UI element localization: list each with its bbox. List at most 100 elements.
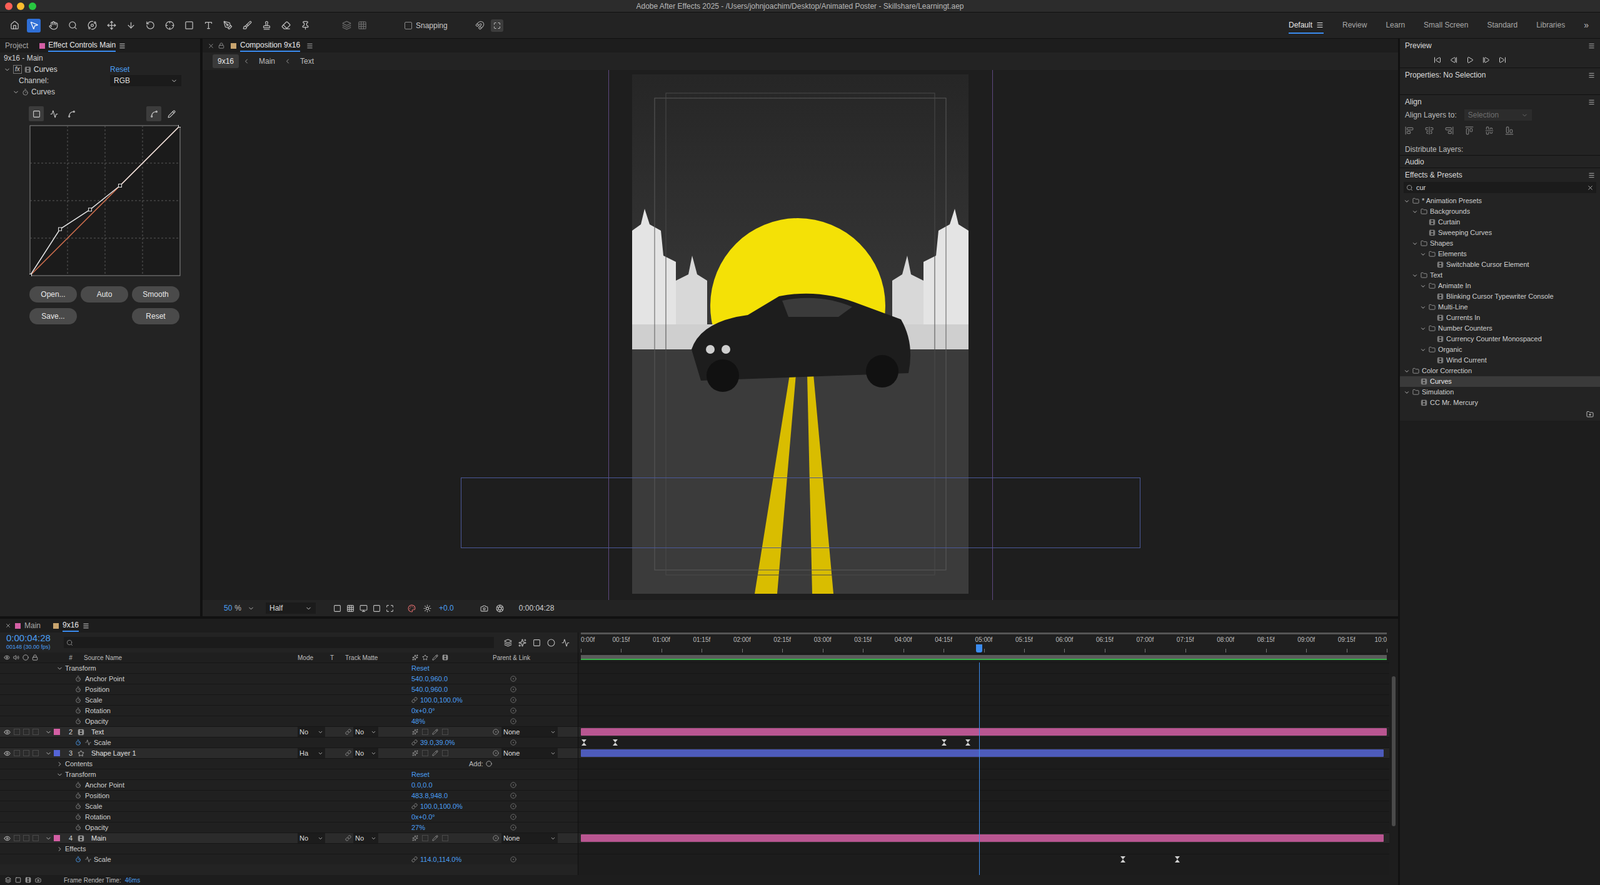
property-group-row[interactable]: TransformReset xyxy=(0,769,578,780)
dropdown[interactable]: Ha xyxy=(297,748,326,760)
effects-presets-header[interactable]: Effects & Presets xyxy=(1399,168,1600,182)
grid-icon[interactable] xyxy=(357,20,368,31)
curve-tool-button[interactable] xyxy=(146,106,162,122)
dropdown[interactable]: No xyxy=(353,727,379,738)
menu-icon[interactable] xyxy=(1588,71,1595,79)
expression-pick-whip-icon[interactable] xyxy=(510,718,517,725)
draft-3d-icon[interactable] xyxy=(518,638,527,648)
exposure-icon[interactable] xyxy=(423,604,432,613)
close-icon[interactable] xyxy=(5,622,12,629)
minimize-button[interactable] xyxy=(16,2,25,11)
property-value[interactable]: 483.8,948.0 xyxy=(411,790,448,802)
property-value[interactable]: 114.0,114.0% xyxy=(420,854,462,866)
layer-bar[interactable] xyxy=(580,834,1384,843)
graph-size-button[interactable] xyxy=(46,106,62,122)
transparency-grid-icon[interactable] xyxy=(346,604,355,613)
visibility-icon[interactable] xyxy=(3,835,11,843)
expand-icon[interactable] xyxy=(1403,389,1410,396)
expression-pick-whip-icon[interactable] xyxy=(510,782,517,789)
property-group-row[interactable]: TransformReset xyxy=(0,662,578,674)
tool-button[interactable] xyxy=(85,18,99,33)
toggle-modes-icon[interactable] xyxy=(15,877,22,884)
next-frame-icon[interactable] xyxy=(1482,56,1490,64)
quality-icon[interactable] xyxy=(432,729,439,736)
dropdown[interactable]: No xyxy=(297,727,326,738)
label-color[interactable] xyxy=(53,835,61,842)
snapping-checkbox[interactable]: Snapping xyxy=(404,20,448,32)
dropdown[interactable]: None xyxy=(501,727,558,738)
preset-folder[interactable]: Color Correction xyxy=(1399,365,1600,377)
layer-bar[interactable] xyxy=(580,749,1384,758)
effect-row[interactable]: fxCurvesReset xyxy=(0,63,201,76)
solo-switch[interactable] xyxy=(23,729,30,736)
preset-folder[interactable]: Elements xyxy=(1399,248,1600,260)
keyframe[interactable] xyxy=(1120,856,1126,863)
stopwatch-icon[interactable] xyxy=(75,686,82,693)
keyframe[interactable] xyxy=(941,739,947,746)
expand-icon[interactable] xyxy=(1411,272,1419,279)
solo-switch[interactable] xyxy=(23,835,30,842)
stopwatch-icon[interactable] xyxy=(75,814,82,821)
resolution-dropdown[interactable]: Half xyxy=(265,602,316,614)
property-value[interactable]: 100.0,100.0% xyxy=(420,801,463,813)
expand-icon[interactable] xyxy=(1419,325,1427,333)
tool-button[interactable] xyxy=(123,18,138,33)
tool-button[interactable] xyxy=(201,18,216,33)
solo-switch[interactable] xyxy=(23,750,30,757)
workspace-tab[interactable]: Review xyxy=(1342,17,1367,34)
zoom-dropdown[interactable]: 50% xyxy=(223,602,255,614)
collapse-icon[interactable] xyxy=(56,845,64,853)
expression-pick-whip-icon[interactable] xyxy=(510,792,517,800)
snapshot-icon[interactable] xyxy=(480,604,489,613)
composition-frame[interactable] xyxy=(632,74,969,594)
tool-button[interactable] xyxy=(26,18,41,33)
menu-icon[interactable] xyxy=(1588,171,1595,179)
parent-pick-whip-icon[interactable] xyxy=(492,835,499,842)
tool-button[interactable] xyxy=(220,18,235,33)
tool-button[interactable] xyxy=(7,18,22,33)
show-snapshot-icon[interactable] xyxy=(495,604,504,613)
pill-button[interactable]: Reset xyxy=(131,308,180,325)
time-ruler[interactable]: 0:00f00:15f01:00f01:15f02:00f02:15f03:00… xyxy=(578,632,1390,653)
play-icon[interactable] xyxy=(1466,56,1474,64)
switch-box[interactable] xyxy=(422,835,429,842)
menu-icon[interactable] xyxy=(1316,21,1324,29)
switch-box[interactable] xyxy=(442,750,449,757)
tool-button[interactable] xyxy=(46,18,61,33)
constrain-proportions-icon[interactable] xyxy=(411,697,418,704)
graph-size-button[interactable] xyxy=(28,106,44,122)
expression-pick-whip-icon[interactable] xyxy=(510,824,517,831)
pill-button[interactable]: Save... xyxy=(29,308,77,325)
toggle-icon[interactable] xyxy=(35,877,42,884)
property-row[interactable]: Opacity27% xyxy=(0,822,578,833)
expression-pick-whip-icon[interactable] xyxy=(510,814,517,821)
expression-pick-whip-icon[interactable] xyxy=(510,803,517,810)
switch-box[interactable] xyxy=(442,729,449,736)
expand-icon[interactable] xyxy=(1403,368,1410,375)
workspace-tab[interactable]: Libraries xyxy=(1536,17,1565,34)
first-frame-icon[interactable] xyxy=(1433,56,1442,64)
graph-editor-icon[interactable] xyxy=(561,638,570,648)
clear-icon[interactable] xyxy=(1586,184,1594,192)
expand-icon[interactable] xyxy=(1403,198,1410,205)
zoom-button[interactable] xyxy=(28,2,37,11)
expression-pick-whip-icon[interactable] xyxy=(510,856,517,863)
new-folder-icon[interactable] xyxy=(1586,410,1594,419)
comp-flowchart-icon[interactable] xyxy=(503,638,513,648)
expression-pick-whip-icon[interactable] xyxy=(510,697,517,704)
playhead-handle[interactable] xyxy=(976,644,983,653)
breadcrumb-item[interactable]: 9x16 xyxy=(212,54,239,69)
align-icon[interactable] xyxy=(1484,126,1494,136)
property-group-row[interactable]: ContentsAdd: xyxy=(0,758,578,770)
layer-search[interactable] xyxy=(63,637,494,649)
tool-button[interactable] xyxy=(298,18,312,33)
channel-dropdown[interactable]: RGB xyxy=(110,75,182,87)
property-value[interactable]: 27% xyxy=(411,822,426,834)
stopwatch-icon[interactable] xyxy=(75,792,82,800)
tool-button[interactable] xyxy=(259,18,274,33)
property-row[interactable]: Opacity48% xyxy=(0,715,578,727)
previous-frame-icon[interactable] xyxy=(1449,56,1458,64)
dropdown[interactable]: None xyxy=(501,748,558,760)
properties-header[interactable]: Properties: No Selection xyxy=(1399,68,1600,82)
align-icon[interactable] xyxy=(1404,126,1414,136)
